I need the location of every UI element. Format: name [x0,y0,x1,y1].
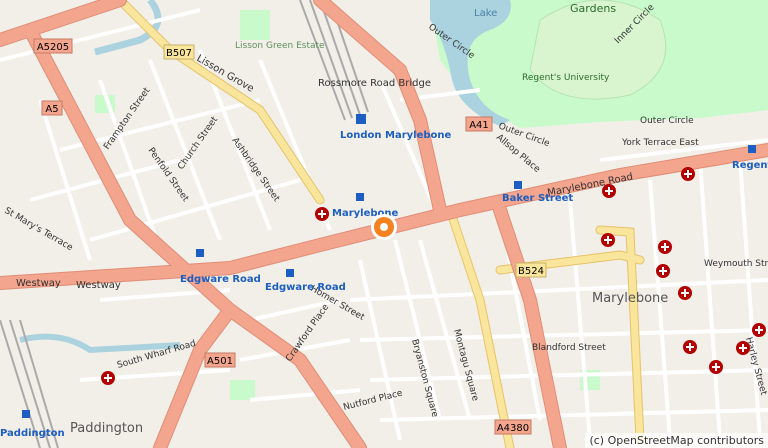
hospital-icon[interactable] [601,233,615,247]
label-blandford: Blandford Street [532,343,606,353]
label-weymouth: Weymouth Street [704,259,768,269]
park-patch [230,380,255,400]
station-icon [514,181,522,189]
label-lake: Lake [474,8,497,19]
station-london-marylebone: London Marylebone [340,130,451,141]
hospital-icon[interactable] [315,207,329,221]
station-icon [748,145,756,153]
hospital-icon[interactable] [752,323,766,337]
location-marker[interactable] [371,214,397,240]
hospital-icon[interactable] [709,360,723,374]
label-marylebone-area: Marylebone [592,291,668,306]
shield-a5: A5 [45,104,58,115]
station-icon [356,193,364,201]
shield-b507: B507 [166,48,192,59]
station-edgware-road-west: Edgware Road [180,274,261,285]
station-regents-park: Regent's Park [732,160,768,171]
label-westway-2: Westway [76,280,121,291]
label-york-terrace: York Terrace East [621,138,699,148]
shield-b524: B524 [518,266,544,277]
label-outer-circle-3: Outer Circle [640,116,694,126]
hospital-icon[interactable] [681,167,695,181]
hospital-icon[interactable] [101,371,115,385]
hospital-icon[interactable] [683,340,697,354]
label-westway-1: Westway [16,278,61,289]
label-gardens: Gardens [570,2,616,15]
shield-a41: A41 [469,120,489,131]
map-attribution[interactable]: (c) OpenStreetMap contributors [585,433,768,448]
station-paddington: Paddington [0,428,65,439]
label-regents-university: Regent's University [522,73,610,83]
station-icon [196,249,204,257]
station-edgware-road-east: Edgware Road [265,282,346,293]
shield-a4380: A4380 [497,423,529,434]
station-icon [286,269,294,277]
label-lisson-green: Lisson Green Estate [235,41,325,51]
hospital-icon[interactable] [678,286,692,300]
park-patch [240,10,270,40]
station-icon [22,410,30,418]
label-paddington-area: Paddington [70,421,143,436]
shield-a5205: A5205 [37,42,69,53]
station-icon [356,114,366,124]
hospital-icon[interactable] [658,240,672,254]
hospital-icon[interactable] [656,264,670,278]
label-rossmore: Rossmore Road Bridge [318,78,431,89]
hospital-icon[interactable] [602,184,616,198]
station-baker-street: Baker Street [502,193,573,204]
map-canvas[interactable]: A5205 B507 A5 A41 B524 A501 A4380 Lake G… [0,0,768,448]
shield-a501: A501 [207,356,233,367]
hospital-icon[interactable] [736,341,750,355]
